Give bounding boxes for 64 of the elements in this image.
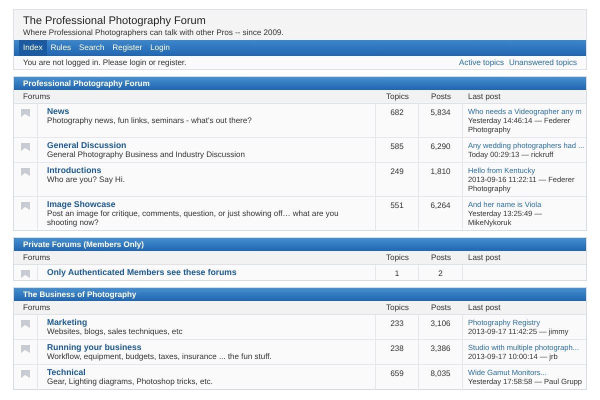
section-title: Professional Photography Forum [14,77,586,90]
posts-count: 5,834 [419,104,463,137]
topics-count: 249 [376,163,419,196]
section-title: The Business of Photography [14,288,586,301]
forum-icon [21,143,30,151]
posts-count: 3,386 [419,340,463,364]
forum-link[interactable]: Running your business [47,343,366,352]
forum-icon [21,320,30,328]
posts-count: 6,264 [419,197,463,230]
forum-description: Who are you? Say Hi. [47,175,126,184]
forum-description: Photography news, fun links, seminars - what's out there? [47,116,253,125]
topics-count: 1 [376,265,419,280]
forum-link[interactable]: General Discussion [47,141,366,150]
forum-icon [21,109,30,117]
column-header: Forums [22,302,52,314]
posts-count: 1,810 [419,163,463,196]
forum-description: Workflow, equipment, budgets, taxes, insurance ... the fun stuff. [47,352,273,361]
forum-link[interactable]: Image Showcase [47,200,366,209]
forum-link[interactable]: Marketing [47,318,366,327]
column-header: Posts [430,302,452,314]
forum-icon [21,370,30,378]
topics-count: 551 [376,197,419,230]
nav-tab[interactable]: Login [146,40,174,56]
quick-link[interactable]: Unanswered topics [508,56,577,68]
column-header: Posts [430,90,452,102]
forum-link[interactable]: News [47,107,366,116]
column-header: Forums [22,252,52,264]
forum-description: Websites, blogs, sales techniques, etc [47,327,184,336]
topics-count: 238 [376,340,419,364]
site-title: The Professional Photography Forum [23,14,207,28]
section-title: Private Forums (Members Only) [14,238,586,251]
forum-link[interactable]: Technical [47,368,366,377]
column-header: Posts [430,252,452,264]
column-header: Last post [467,90,500,102]
topics-count: 682 [376,104,419,137]
column-header: Last post [467,252,500,264]
posts-count: 3,106 [419,315,463,339]
forum-icon [21,202,30,210]
forum-link[interactable]: Introductions [47,166,366,175]
topics-count: 585 [376,138,419,162]
column-header: Topics [385,90,410,102]
quick-link[interactable]: Active topics [459,56,504,68]
forum-link[interactable]: Only Authenticated Members see these forums [47,268,366,277]
column-header: Last post [467,302,500,314]
posts-count: 8,035 [419,365,463,389]
site-tagline: Where Professional Photographers can talk with other Pros -- since 2009. [23,28,285,38]
column-header: Topics [385,302,410,314]
nav-tab[interactable]: Search [75,40,108,56]
forum-description: Post an image for critique, comments, question, or just showing off… what are you shooting now? [47,209,340,227]
posts-count: 6,290 [419,138,463,162]
forum-icon [21,345,30,353]
posts-count: 2 [419,265,463,280]
login-status: You are not logged in. Please login or register. [23,56,186,68]
column-header: Forums [22,90,52,102]
column-header: Topics [385,252,410,264]
forum-description: Gear, Lighting diagrams, Photoshop tricks, etc. [47,377,214,386]
topics-count: 233 [376,315,419,339]
forum-icon [21,168,30,176]
nav-tab[interactable]: Rules [46,40,76,56]
nav-tab[interactable]: Register [108,40,146,56]
topics-count: 659 [376,365,419,389]
forum-icon [21,270,30,278]
forum-description: General Photography Business and Industry Discussion [47,150,246,159]
nav-tab[interactable]: Index [19,40,47,56]
